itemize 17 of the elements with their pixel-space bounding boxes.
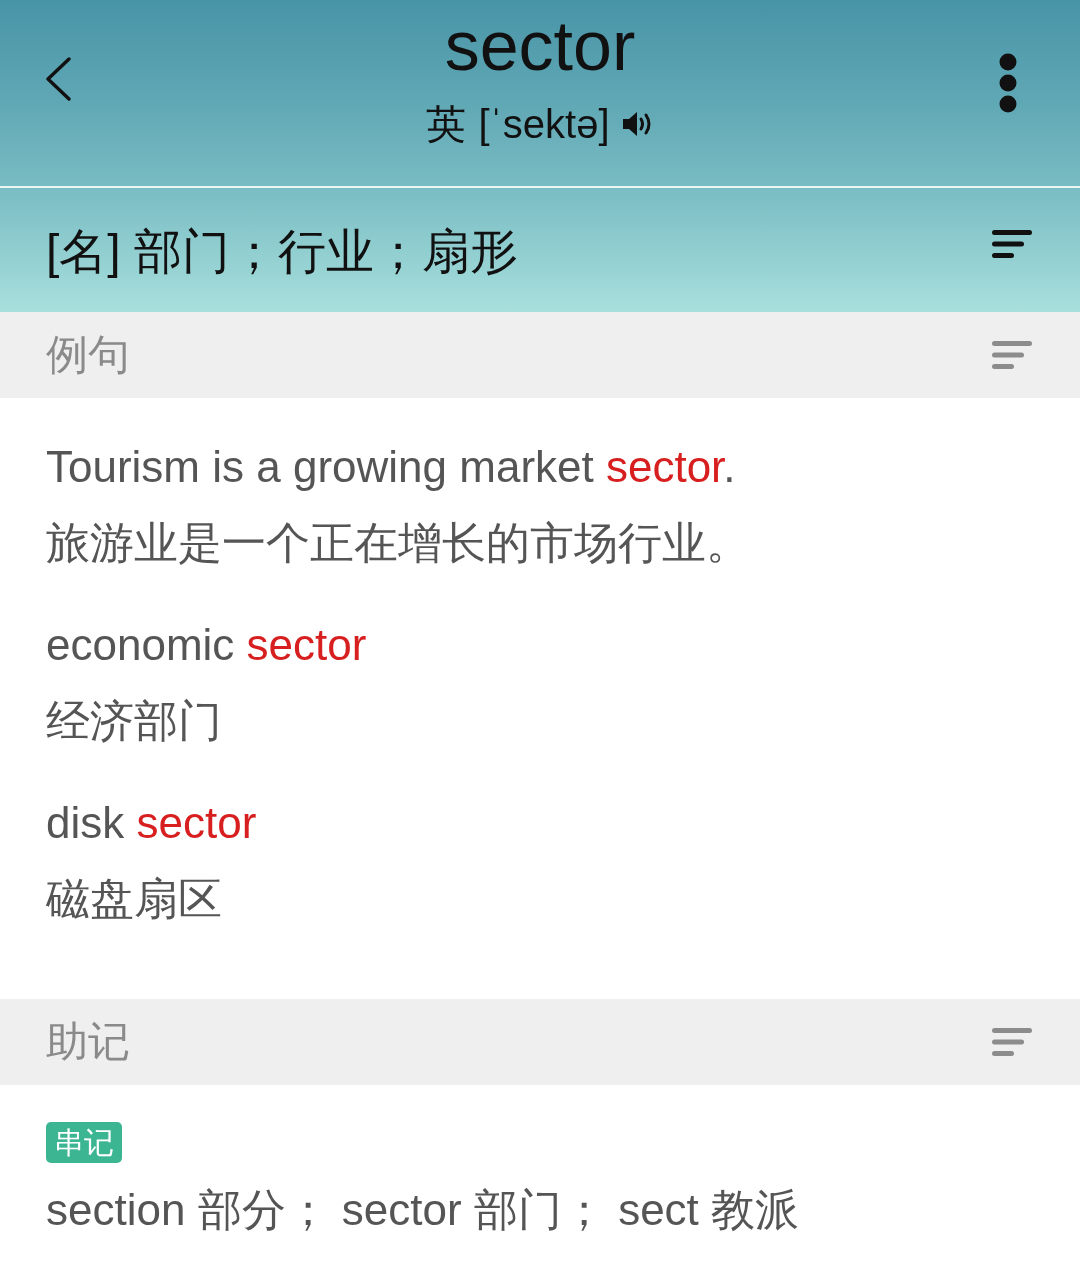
mnemonic-tag: 串记 xyxy=(46,1122,122,1163)
section-title: 助记 xyxy=(46,1017,130,1067)
example-sentence: Tourism is a growing market sector. xyxy=(46,441,736,493)
back-button[interactable] xyxy=(44,57,72,101)
example-translation: 磁盘扇区 xyxy=(46,873,222,925)
headword: sector xyxy=(444,6,636,86)
example-sentence: economic sector xyxy=(46,619,367,671)
example-sentence: disk sector xyxy=(46,797,257,849)
example-translation: 经济部门 xyxy=(46,695,222,747)
mnemonic-text: section 部分； sector 部门； sect 教派 xyxy=(46,1184,800,1236)
region-label: 英 xyxy=(426,101,467,148)
example-translation: 旅游业是一个正在增长的市场行业。 xyxy=(46,517,750,569)
more-options-icon[interactable] xyxy=(997,53,1019,113)
section-title: 例句 xyxy=(46,330,130,380)
definition-text: [名] 部门；行业；扇形 xyxy=(46,224,518,280)
phonetic-text: [ˈsektə] xyxy=(478,101,610,148)
sort-icon[interactable] xyxy=(992,230,1032,258)
